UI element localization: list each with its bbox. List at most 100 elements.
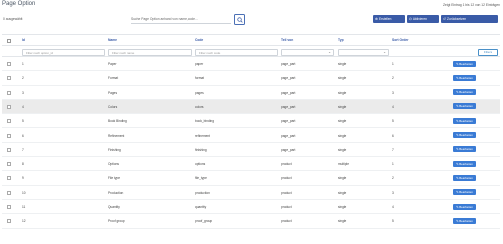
filters-button[interactable]: Filters [478, 48, 498, 56]
row-checkbox[interactable] [7, 90, 11, 95]
cell-id: 11 [22, 205, 26, 209]
edit-button[interactable]: ✎ Bearbeiten [453, 160, 476, 167]
table-row[interactable]: 6 Refinement refinement page_part single 6 ✎ Be… [2, 129, 500, 143]
cell-part-of: page_part [281, 104, 296, 109]
edit-button[interactable]: ✎ Bearbeiten [453, 74, 476, 81]
cell-sort-order: 5 [392, 219, 394, 224]
row-checkbox[interactable] [7, 176, 11, 181]
table-row[interactable]: 2 Format format page_part single 2 ✎ Bearbeiten [2, 71, 500, 86]
search-button[interactable] [234, 14, 245, 25]
cell-sort-order: 6 [392, 133, 394, 138]
search-input[interactable]: Suche Page Option anhand von name,code..… [131, 17, 231, 21]
row-checkbox[interactable] [7, 219, 11, 224]
edit-label: Bearbeiten [459, 104, 473, 109]
cell-name: Finishing [108, 147, 121, 152]
cell-type: multiple [338, 162, 349, 167]
row-checkbox[interactable] [7, 147, 11, 152]
table-row[interactable]: 4 Colors colors page_part single 4 ✎ Bearbeiten [2, 99, 500, 115]
table-row[interactable]: 9 File type file_type product single 2 ✎ Bearbe… [2, 171, 500, 186]
cell-part-of: product [281, 176, 292, 181]
edit-button[interactable]: ✎ Bearbeiten [453, 60, 476, 67]
cell-sort-order: 4 [392, 205, 394, 209]
edit-button[interactable]: ✎ Bearbeiten [453, 174, 476, 181]
edit-label: Bearbeiten [459, 190, 473, 195]
cell-code: paper [195, 62, 204, 66]
cell-code: refinement [195, 133, 211, 138]
cell-name: Refinement [108, 133, 125, 138]
edit-button[interactable]: ✎ Bearbeiten [453, 103, 476, 110]
row-checkbox[interactable] [7, 162, 11, 167]
filter-type-select[interactable] [338, 48, 389, 56]
edit-button[interactable]: ✎ Bearbeiten [453, 217, 476, 224]
cell-name: Pages [108, 90, 118, 95]
filter-part-of-select[interactable] [281, 48, 334, 56]
table-row[interactable]: 3 Pages pages page_part single 3 ✎ Bearbeiten [2, 86, 500, 100]
edit-button[interactable]: ✎ Bearbeiten [453, 203, 476, 210]
cell-code: proof_group [195, 219, 213, 224]
filter-id-input[interactable]: Filter nach option_id [22, 48, 105, 56]
create-button[interactable]: ⊕ Erstellen [373, 15, 405, 23]
row-checkbox[interactable] [7, 76, 11, 81]
cell-id: 7 [22, 147, 24, 152]
cell-id: 3 [22, 90, 24, 95]
edit-button[interactable]: ✎ Bearbeiten [453, 146, 476, 153]
edit-label: Bearbeiten [459, 161, 473, 166]
table-row[interactable]: 10 Production production product single 3 ✎ Bea… [2, 186, 500, 200]
cell-type: single [338, 190, 347, 195]
edit-label: Bearbeiten [459, 133, 473, 137]
edit-button[interactable]: ✎ Bearbeiten [453, 89, 476, 96]
pencil-icon: ✎ [456, 161, 459, 166]
cell-id: 2 [22, 76, 24, 81]
header-type[interactable]: Typ [338, 38, 344, 42]
cell-sort-order: 4 [392, 104, 394, 109]
cell-name: Options [108, 162, 119, 167]
select-all-checkbox[interactable] [7, 38, 11, 43]
cell-name: Format [108, 76, 119, 81]
table-row[interactable]: 8 Options options product multiple 1 ✎ Bearbeit… [2, 157, 500, 172]
table-row[interactable]: 11 Quantity quantity product single 4 ✎ Bearbei… [2, 200, 500, 215]
cell-part-of: page_part [281, 90, 296, 95]
row-checkbox[interactable] [7, 190, 11, 195]
header-part-of[interactable]: Teil von [281, 38, 293, 42]
edit-button[interactable]: ✎ Bearbeiten [453, 132, 476, 138]
table-row[interactable]: 1 Paper paper page_part single 1 ✎ Bearbeiten [2, 57, 500, 72]
filter-code-input[interactable]: Filter nach code [195, 48, 278, 56]
edit-button[interactable]: ✎ Bearbeiten [453, 117, 476, 124]
row-checkbox[interactable] [7, 104, 11, 109]
cell-code: options [195, 162, 206, 167]
pencil-icon: ✎ [456, 75, 459, 80]
activate-button[interactable]: ⏻ Aktivieren [407, 15, 439, 23]
cell-id: 9 [22, 176, 24, 181]
row-checkbox[interactable] [7, 62, 11, 66]
row-checkbox[interactable] [7, 205, 11, 209]
table-row[interactable]: 7 Finishing finishing page_part single 7 ✎ Bear… [2, 143, 500, 158]
cell-part-of: page_part [281, 147, 296, 152]
cell-type: single [338, 90, 347, 95]
row-checkbox[interactable] [7, 119, 11, 124]
filter-name-input[interactable]: Filter nach name [108, 48, 192, 56]
header-sort-order[interactable]: Sort Order [392, 38, 409, 42]
cell-sort-order: 1 [392, 62, 394, 66]
pencil-icon: ✎ [456, 175, 459, 180]
cell-code: finishing [195, 147, 207, 152]
cell-sort-order: 2 [392, 76, 394, 81]
header-code[interactable]: Code [195, 38, 203, 42]
cell-part-of: product [281, 190, 292, 195]
cell-code: file_type [195, 176, 207, 181]
edit-label: Bearbeiten [459, 218, 473, 223]
row-checkbox[interactable] [7, 133, 11, 138]
edit-label: Bearbeiten [459, 204, 473, 209]
cell-type: single [338, 62, 347, 66]
table-row[interactable]: 12 Proof group proof_group product single 5 ✎ B… [2, 214, 500, 229]
header-name[interactable]: Name [108, 38, 117, 42]
cell-id: 10 [22, 190, 26, 195]
edit-label: Bearbeiten [459, 75, 473, 80]
cell-part-of: page_part [281, 133, 296, 138]
edit-button[interactable]: ✎ Bearbeiten [453, 189, 476, 196]
entries-info: Zeigt Eintrag 1 bis 12 von 12 Einträgen [443, 3, 500, 7]
reset-button[interactable]: ↺ Zurücksetzen [441, 15, 498, 23]
table-row[interactable]: 5 Book Binding book_binding page_part single… [2, 114, 500, 129]
cell-id: 4 [22, 104, 24, 109]
header-id[interactable]: Id [22, 38, 25, 42]
table-filter-row: Filter nach option_id Filter nach name F… [2, 45, 500, 57]
